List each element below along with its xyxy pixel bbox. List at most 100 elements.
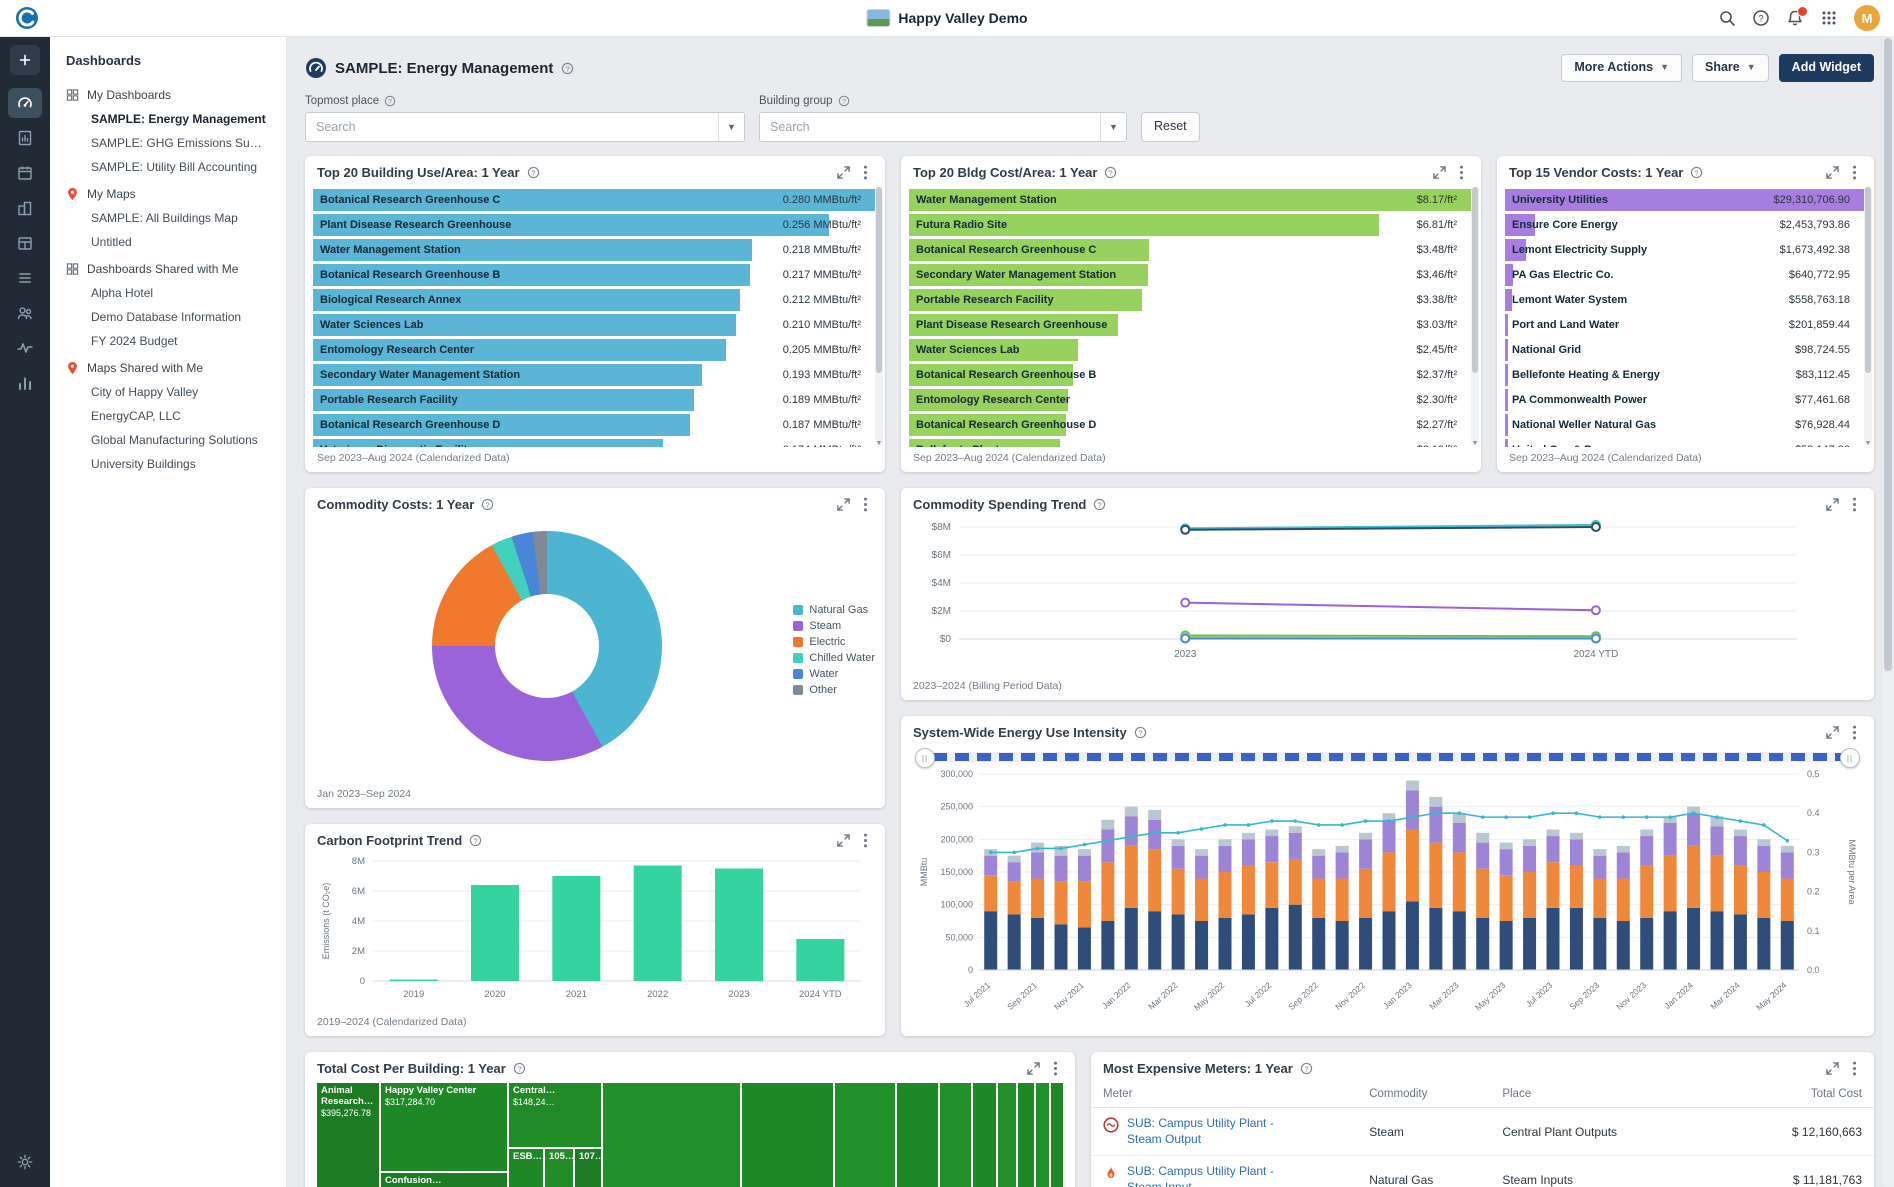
bar-row[interactable]: Port and Land Water$201,859.44	[1505, 312, 1866, 337]
slider-handle-right[interactable]: ||	[1840, 748, 1860, 768]
kebab-menu-icon[interactable]	[1847, 497, 1862, 512]
search-icon[interactable]	[1718, 9, 1736, 27]
carbon-footprint-chart[interactable]: 02M4M6M8M201920202021202220232024 YTDEmi…	[305, 853, 885, 1005]
accounts-box-icon[interactable]	[8, 228, 42, 258]
building-group-input[interactable]	[760, 113, 1100, 141]
total-cost-treemap[interactable]: Animal Research…$395,276.78Happy Valley …	[317, 1083, 1063, 1187]
widget-info-icon[interactable]: ?	[469, 834, 482, 847]
scroll-down-icon[interactable]: ▼	[875, 440, 883, 447]
widget-info-icon[interactable]: ?	[481, 498, 494, 511]
kebab-menu-icon[interactable]	[1048, 1061, 1063, 1076]
bar-row[interactable]: Futura Radio Site$6.81/ft²	[909, 212, 1473, 237]
groups-people-icon[interactable]	[8, 298, 42, 328]
legend-item[interactable]: Water	[793, 668, 875, 680]
bar-row[interactable]: Ensure Core Energy$2,453,793.86	[1505, 212, 1866, 237]
bar-row[interactable]: PA Commonwealth Power$77,461.68	[1505, 387, 1866, 412]
nav-item[interactable]: SAMPLE: Energy Management	[50, 107, 286, 131]
treemap-cell[interactable]	[940, 1083, 971, 1187]
building-group-dropdown-button[interactable]: ▼	[1100, 113, 1126, 141]
slider-handle-left[interactable]: ||	[915, 748, 935, 768]
dashboards-rail-icon[interactable]	[8, 88, 42, 118]
treemap-cell[interactable]: 107…	[575, 1149, 601, 1187]
nav-item[interactable]: EnergyCAP, LLC	[50, 404, 286, 428]
bar-row[interactable]: Entomology Research Center0.205 MMBtu/ft…	[313, 337, 877, 362]
treemap-cell[interactable]: Happy Valley Center$317,284.70	[381, 1083, 507, 1171]
list-scrollbar[interactable]: ▼	[875, 187, 883, 445]
table-row[interactable]: SUB: Campus Utility Plant - Steam InputN…	[1091, 1156, 1874, 1187]
legend-item[interactable]: Steam	[793, 620, 875, 632]
nav-item[interactable]: SAMPLE: GHG Emissions Summary	[50, 131, 286, 155]
bar-row[interactable]: PA Gas Electric Co.$640,772.95	[1505, 262, 1866, 287]
vertical-scrollbar[interactable]	[1881, 36, 1894, 1186]
nav-item[interactable]: SAMPLE: Utility Bill Accounting	[50, 155, 286, 179]
expand-icon[interactable]	[1432, 165, 1447, 180]
zoom-range-slider[interactable]: || ||	[915, 748, 1860, 766]
user-avatar[interactable]: M	[1854, 5, 1880, 31]
bar-row[interactable]: Secondary Water Management Station$3.46/…	[909, 262, 1473, 287]
list-scrollbar[interactable]: ▼	[1864, 187, 1872, 445]
nav-item[interactable]: FY 2024 Budget	[50, 329, 286, 353]
topmost-place-dropdown-button[interactable]: ▼	[718, 113, 744, 141]
nav-item[interactable]: Untitled	[50, 230, 286, 254]
treemap-cell[interactable]: Confusion…$169,711…	[381, 1173, 507, 1187]
treemap-cell[interactable]: Central…$148,24…	[509, 1083, 601, 1147]
bar-row[interactable]: Portable Research Facility$3.38/ft²	[909, 287, 1473, 312]
notifications-bell-icon[interactable]	[1786, 9, 1804, 27]
bar-row[interactable]: Botanical Research Greenhouse B$2.37/ft²	[909, 362, 1473, 387]
apps-grid-icon[interactable]	[1820, 9, 1838, 27]
bar-row[interactable]: Secondary Water Management Station0.193 …	[313, 362, 877, 387]
legend-item[interactable]: Natural Gas	[793, 604, 875, 616]
add-widget-button[interactable]: Add Widget	[1779, 54, 1874, 82]
expand-icon[interactable]	[1825, 165, 1840, 180]
legend-item[interactable]: Electric	[793, 636, 875, 648]
expand-icon[interactable]	[1825, 725, 1840, 740]
nav-section-header[interactable]: My Dashboards	[50, 80, 286, 107]
bar-row[interactable]: Botanical Research Greenhouse D$2.27/ft²	[909, 412, 1473, 437]
widget-info-icon[interactable]: ?	[1134, 726, 1147, 739]
meter-link[interactable]: SUB: Campus Utility Plant - Steam Output	[1127, 1116, 1307, 1147]
expand-icon[interactable]	[836, 833, 851, 848]
widget-info-icon[interactable]: ?	[527, 166, 540, 179]
kebab-menu-icon[interactable]	[1847, 165, 1862, 180]
topmost-place-input[interactable]	[306, 113, 718, 141]
treemap-cell[interactable]: ESB…	[509, 1149, 543, 1187]
bar-row[interactable]: Botanical Research Greenhouse B0.217 MMB…	[313, 262, 877, 287]
energycap-logo[interactable]	[14, 5, 40, 31]
bar-row[interactable]: Botanical Research Greenhouse C$3.48/ft²	[909, 237, 1473, 262]
bar-row[interactable]: Plant Disease Research Greenhouse$3.03/f…	[909, 312, 1473, 337]
bills-list-icon[interactable]	[8, 263, 42, 293]
bar-row[interactable]: Water Sciences Lab$2.45/ft²	[909, 337, 1473, 362]
building-group-info-icon[interactable]: ?	[838, 95, 850, 107]
kebab-menu-icon[interactable]	[858, 497, 873, 512]
nav-item[interactable]: City of Happy Valley	[50, 380, 286, 404]
page-info-icon[interactable]: ?	[561, 62, 574, 75]
bar-row[interactable]: Biological Research Annex0.212 MMBtu/ft²	[313, 287, 877, 312]
reports-icon[interactable]	[8, 123, 42, 153]
treemap-cell[interactable]	[1018, 1083, 1033, 1187]
widget-info-icon[interactable]: ?	[1093, 498, 1106, 511]
widget-info-icon[interactable]: ?	[1300, 1062, 1313, 1075]
bar-row[interactable]: Botanical Research Greenhouse D0.187 MMB…	[313, 412, 877, 437]
kebab-menu-icon[interactable]	[1847, 1061, 1862, 1076]
widget-info-icon[interactable]: ?	[1104, 166, 1117, 179]
kebab-menu-icon[interactable]	[1847, 725, 1862, 740]
expand-icon[interactable]	[1825, 497, 1840, 512]
nav-item[interactable]: Alpha Hotel	[50, 281, 286, 305]
buildings-icon[interactable]	[8, 193, 42, 223]
help-icon[interactable]: ?	[1752, 9, 1770, 27]
treemap-cell[interactable]	[973, 1083, 997, 1187]
treemap-cell[interactable]	[742, 1083, 833, 1187]
nav-section-header[interactable]: Maps Shared with Me	[50, 353, 286, 380]
treemap-cell[interactable]	[897, 1083, 938, 1187]
table-row[interactable]: SUB: Campus Utility Plant - Steam Output…	[1091, 1108, 1874, 1156]
calendar-icon[interactable]	[8, 158, 42, 188]
nav-item[interactable]: Demo Database Information	[50, 305, 286, 329]
topmost-place-info-icon[interactable]: ?	[384, 95, 396, 107]
energy-use-intensity-chart[interactable]: 050,000100,000150,000200,000250,000300,0…	[901, 768, 1874, 1024]
list-scrollbar[interactable]: ▼	[1471, 187, 1479, 445]
kebab-menu-icon[interactable]	[858, 833, 873, 848]
expand-icon[interactable]	[1825, 1061, 1840, 1076]
scrollbar-thumb[interactable]	[1884, 38, 1892, 671]
widget-info-icon[interactable]: ?	[513, 1062, 526, 1075]
treemap-cell[interactable]	[1051, 1083, 1063, 1187]
